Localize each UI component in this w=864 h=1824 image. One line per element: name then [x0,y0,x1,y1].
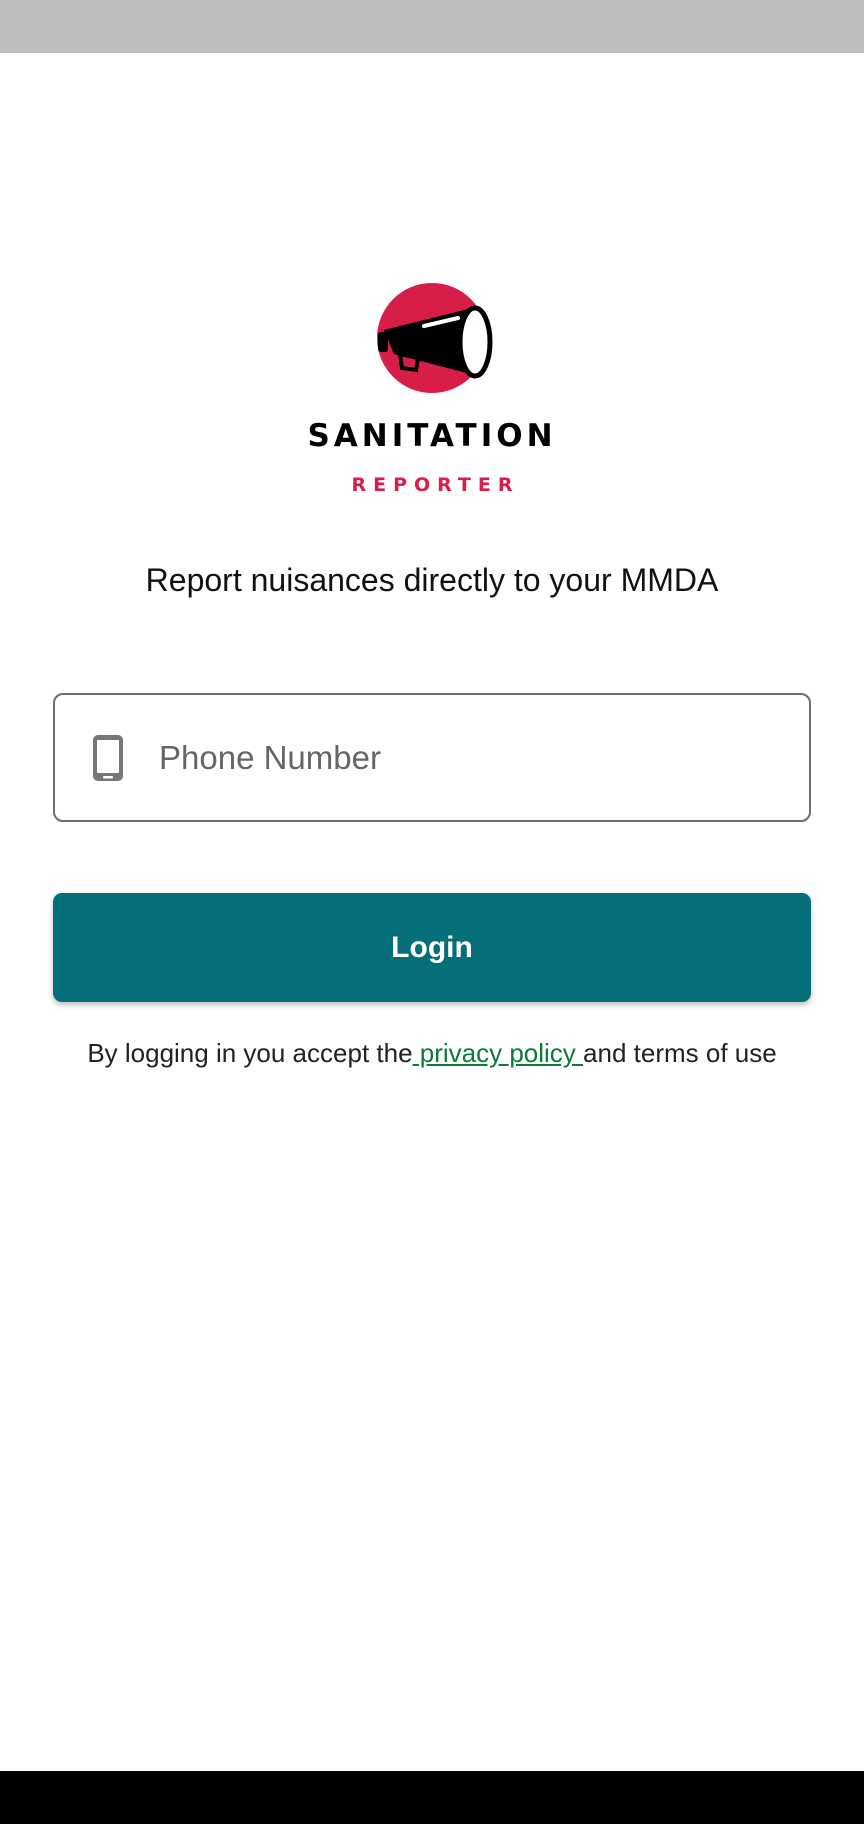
phone-number-field[interactable] [53,693,811,822]
privacy-policy-link[interactable]: privacy policy [413,1038,584,1068]
app-title: SANITATION [307,418,557,454]
app-subtitle: REPORTER [351,474,520,496]
app-logo [0,280,864,400]
tagline: Report nuisances directly to your MMDA [145,562,719,598]
status-bar [0,0,864,53]
phone-number-input[interactable] [159,738,719,777]
legal-notice: By logging in you accept the privacy pol… [0,1038,864,1069]
navigation-bar [0,1771,864,1824]
megaphone-icon [377,283,493,393]
legal-suffix: and terms of use [583,1038,777,1068]
login-button[interactable]: Login [53,893,811,1002]
legal-prefix: By logging in you accept the [87,1038,413,1068]
mobile-phone-icon [93,734,123,781]
